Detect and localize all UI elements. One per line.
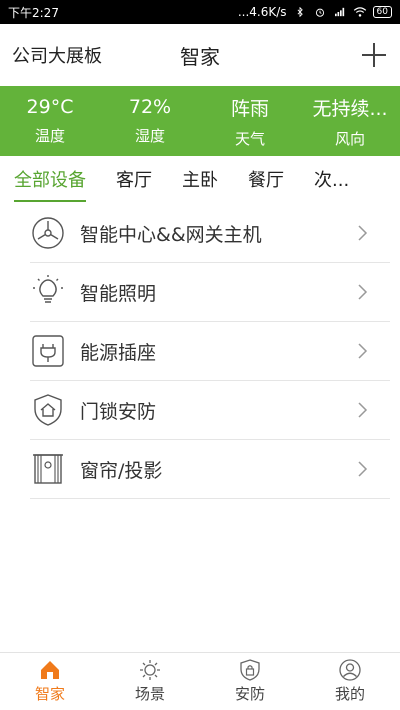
chevron-right-icon xyxy=(358,461,368,477)
nav-label: 安防 xyxy=(234,685,265,703)
condition-value: 阵雨 xyxy=(230,97,269,120)
nav-label: 智家 xyxy=(34,685,65,703)
weather-humidity: 72% 湿度 xyxy=(100,86,200,156)
app-header: 公司大展板 智家 xyxy=(0,24,400,86)
list-item-label: 能源插座 xyxy=(80,341,157,364)
user-icon xyxy=(339,659,361,681)
nav-label: 我的 xyxy=(334,685,365,703)
chevron-right-icon xyxy=(358,402,368,418)
page-title: 智家 xyxy=(180,44,220,69)
weather-condition: 阵雨 天气 xyxy=(200,86,300,156)
plug-icon xyxy=(30,333,66,369)
wind-label: 风向 xyxy=(334,129,365,148)
curtain-icon xyxy=(30,451,66,487)
signal-icon xyxy=(334,7,344,17)
room-tabs: 全部设备 客厅 主卧 餐厅 次... xyxy=(0,156,400,204)
nav-scene[interactable]: 场景 xyxy=(100,653,200,710)
chevron-right-icon xyxy=(358,225,368,241)
tab-dining-room[interactable]: 餐厅 xyxy=(248,166,284,204)
humidity-value: 72% xyxy=(128,96,172,118)
weather-wind: 无持续... 风向 xyxy=(300,86,400,156)
nav-security[interactable]: 安防 xyxy=(200,653,300,710)
alarm-icon xyxy=(315,8,324,17)
list-item-curtain[interactable]: 窗帘/投影 xyxy=(30,440,390,499)
tab-living-room[interactable]: 客厅 xyxy=(116,166,152,204)
list-item-security[interactable]: 门锁安防 xyxy=(30,381,390,440)
status-bar: 下午2:27 ...4.6K/s 60 xyxy=(0,0,400,24)
temperature-value: 29°C xyxy=(26,96,74,118)
tab-master-bedroom[interactable]: 主卧 xyxy=(182,166,218,204)
bottom-nav: 智家 场景 安防 我的 xyxy=(0,652,400,710)
weather-temperature: 29°C 温度 xyxy=(0,86,100,156)
network-speed: ...4.6K/s xyxy=(237,5,287,19)
wind-value: 无持续... xyxy=(312,97,388,120)
chevron-right-icon xyxy=(358,343,368,359)
bluetooth-icon xyxy=(297,7,303,17)
wifi-icon xyxy=(353,7,366,17)
scene-icon xyxy=(140,660,160,680)
chevron-right-icon xyxy=(358,284,368,300)
device-category-list: 智能中心&&网关主机 智能照明 能源插座 门锁安防 窗帘/投影 xyxy=(30,204,390,499)
home-icon xyxy=(41,661,59,679)
list-item-lighting[interactable]: 智能照明 xyxy=(30,263,390,322)
nav-profile[interactable]: 我的 xyxy=(300,653,400,710)
list-item-label: 智能照明 xyxy=(80,282,157,305)
org-name[interactable]: 公司大展板 xyxy=(12,42,102,68)
plus-icon[interactable] xyxy=(362,43,386,67)
temperature-label: 温度 xyxy=(34,127,65,145)
battery-indicator: 60 xyxy=(372,6,392,18)
tab-overflow[interactable]: 次... xyxy=(314,166,349,204)
humidity-label: 湿度 xyxy=(134,127,165,145)
lock-shield-icon xyxy=(240,659,260,681)
status-time: 下午2:27 xyxy=(8,5,59,20)
status-right: ...4.6K/s 60 xyxy=(238,5,392,19)
list-item-gateway[interactable]: 智能中心&&网关主机 xyxy=(30,204,390,263)
nav-home[interactable]: 智家 xyxy=(0,653,100,710)
nav-label: 场景 xyxy=(134,685,165,703)
list-item-label: 窗帘/投影 xyxy=(80,459,163,482)
condition-label: 天气 xyxy=(234,129,265,148)
gateway-icon xyxy=(30,215,66,251)
list-item-label: 门锁安防 xyxy=(80,400,157,423)
list-item-plug[interactable]: 能源插座 xyxy=(30,322,390,381)
weather-panel: 29°C 温度 72% 湿度 阵雨 天气 无持续... 风向 xyxy=(0,86,400,156)
list-item-label: 智能中心&&网关主机 xyxy=(80,223,262,246)
tab-all-devices[interactable]: 全部设备 xyxy=(14,166,86,204)
lightbulb-icon xyxy=(30,274,66,310)
house-shield-icon xyxy=(30,392,66,428)
